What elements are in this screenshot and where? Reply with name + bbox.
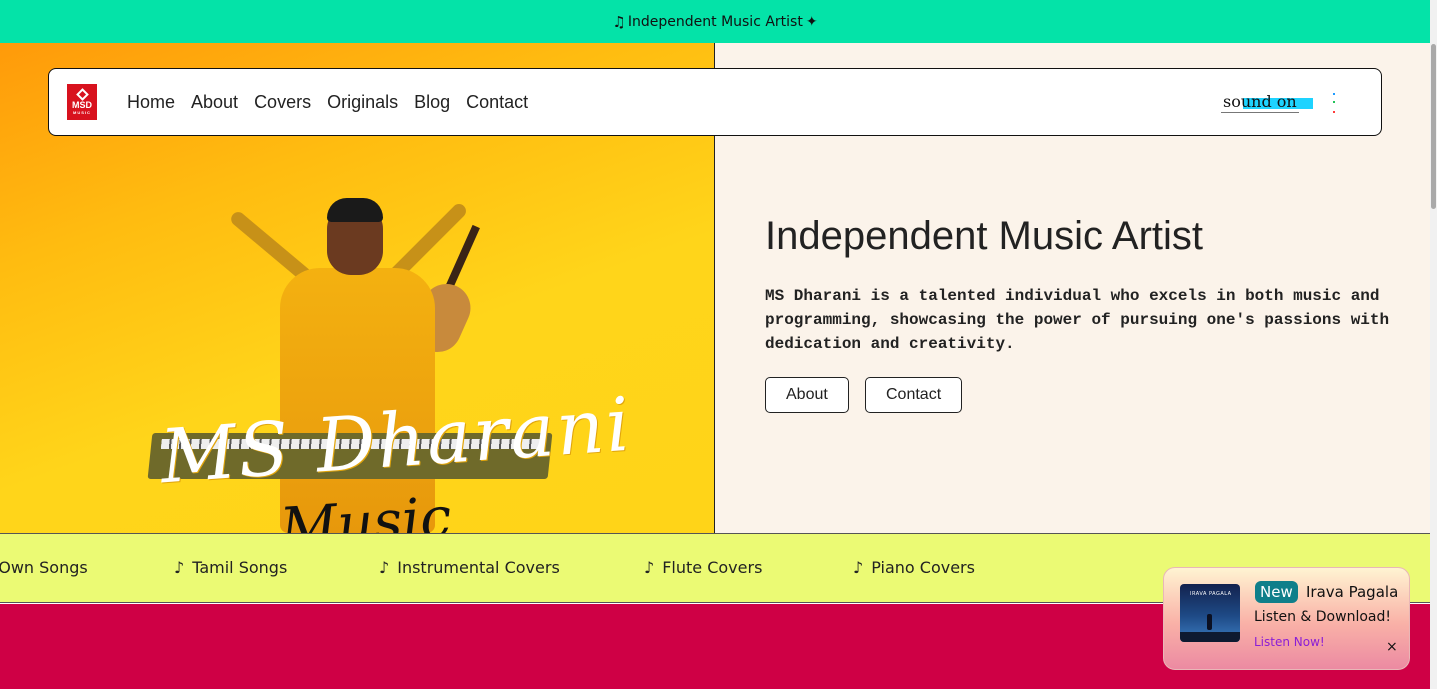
artist-hair bbox=[327, 198, 383, 222]
song-title: Irava Pagala bbox=[1306, 583, 1399, 601]
marquee-item[interactable]: ♪ Piano Covers bbox=[853, 558, 975, 577]
marquee-item[interactable]: ♪ Tamil Songs bbox=[174, 558, 287, 577]
artwork-name-script: MS Dharani bbox=[157, 381, 635, 501]
nav-contact[interactable]: Contact bbox=[466, 92, 528, 113]
hero-title: Independent Music Artist bbox=[765, 214, 1204, 258]
marquee-item[interactable]: ♪ Instrumental Covers bbox=[379, 558, 560, 577]
music-note-icon: ♪ bbox=[644, 558, 655, 577]
sound-on-toggle[interactable]: sound on bbox=[1221, 91, 1313, 115]
sparkle-icon: ✦ bbox=[805, 13, 818, 30]
about-button[interactable]: About bbox=[765, 377, 849, 413]
sound-on-label: sound on bbox=[1221, 92, 1299, 113]
sound-visualizer-icon bbox=[1333, 91, 1337, 115]
logo-subtext: MUSIC bbox=[73, 109, 91, 115]
music-note-icon: ♪ bbox=[379, 558, 390, 577]
logo-diamond-icon bbox=[75, 87, 89, 101]
album-cover-image: IRAVA PAGALA bbox=[1180, 584, 1240, 642]
nav-originals[interactable]: Originals bbox=[327, 92, 398, 113]
nav-about[interactable]: About bbox=[191, 92, 238, 113]
toast-subtitle: Listen & Download! bbox=[1254, 609, 1391, 625]
announcement-text: Independent Music Artist bbox=[627, 13, 803, 30]
album-cover-title: IRAVA PAGALA bbox=[1190, 591, 1232, 597]
msd-music-logo[interactable]: MSD MUSIC bbox=[67, 84, 97, 120]
close-icon[interactable]: × bbox=[1386, 639, 1398, 655]
listen-now-link[interactable]: Listen Now! bbox=[1254, 635, 1325, 649]
music-note-icon: ♫ bbox=[612, 12, 626, 31]
marquee-item[interactable]: ♪ Flute Covers bbox=[644, 558, 762, 577]
music-note-icon: ♪ bbox=[174, 558, 185, 577]
contact-button[interactable]: Contact bbox=[865, 377, 963, 413]
page-scrollbar[interactable] bbox=[1430, 0, 1437, 689]
music-note-icon: ♪ bbox=[853, 558, 864, 577]
hero-description: MS Dharani is a talented individual who … bbox=[765, 287, 1390, 353]
nav-blog[interactable]: Blog bbox=[414, 92, 450, 113]
scrollbar-thumb[interactable] bbox=[1431, 44, 1436, 209]
nav-home[interactable]: Home bbox=[127, 92, 175, 113]
main-navbar: MSD MUSIC Home About Covers Originals Bl… bbox=[48, 68, 1382, 136]
new-badge: New bbox=[1255, 581, 1298, 603]
nav-covers[interactable]: Covers bbox=[254, 92, 311, 113]
announcement-bar: ♫ Independent Music Artist ✦ bbox=[0, 0, 1430, 43]
nav-links: Home About Covers Originals Blog Contact bbox=[127, 92, 544, 113]
logo-text: MSD bbox=[72, 99, 92, 110]
marquee-item[interactable]: ♪Own Songs bbox=[0, 558, 88, 577]
new-release-toast[interactable]: IRAVA PAGALA New Irava Pagala Listen & D… bbox=[1163, 567, 1410, 670]
